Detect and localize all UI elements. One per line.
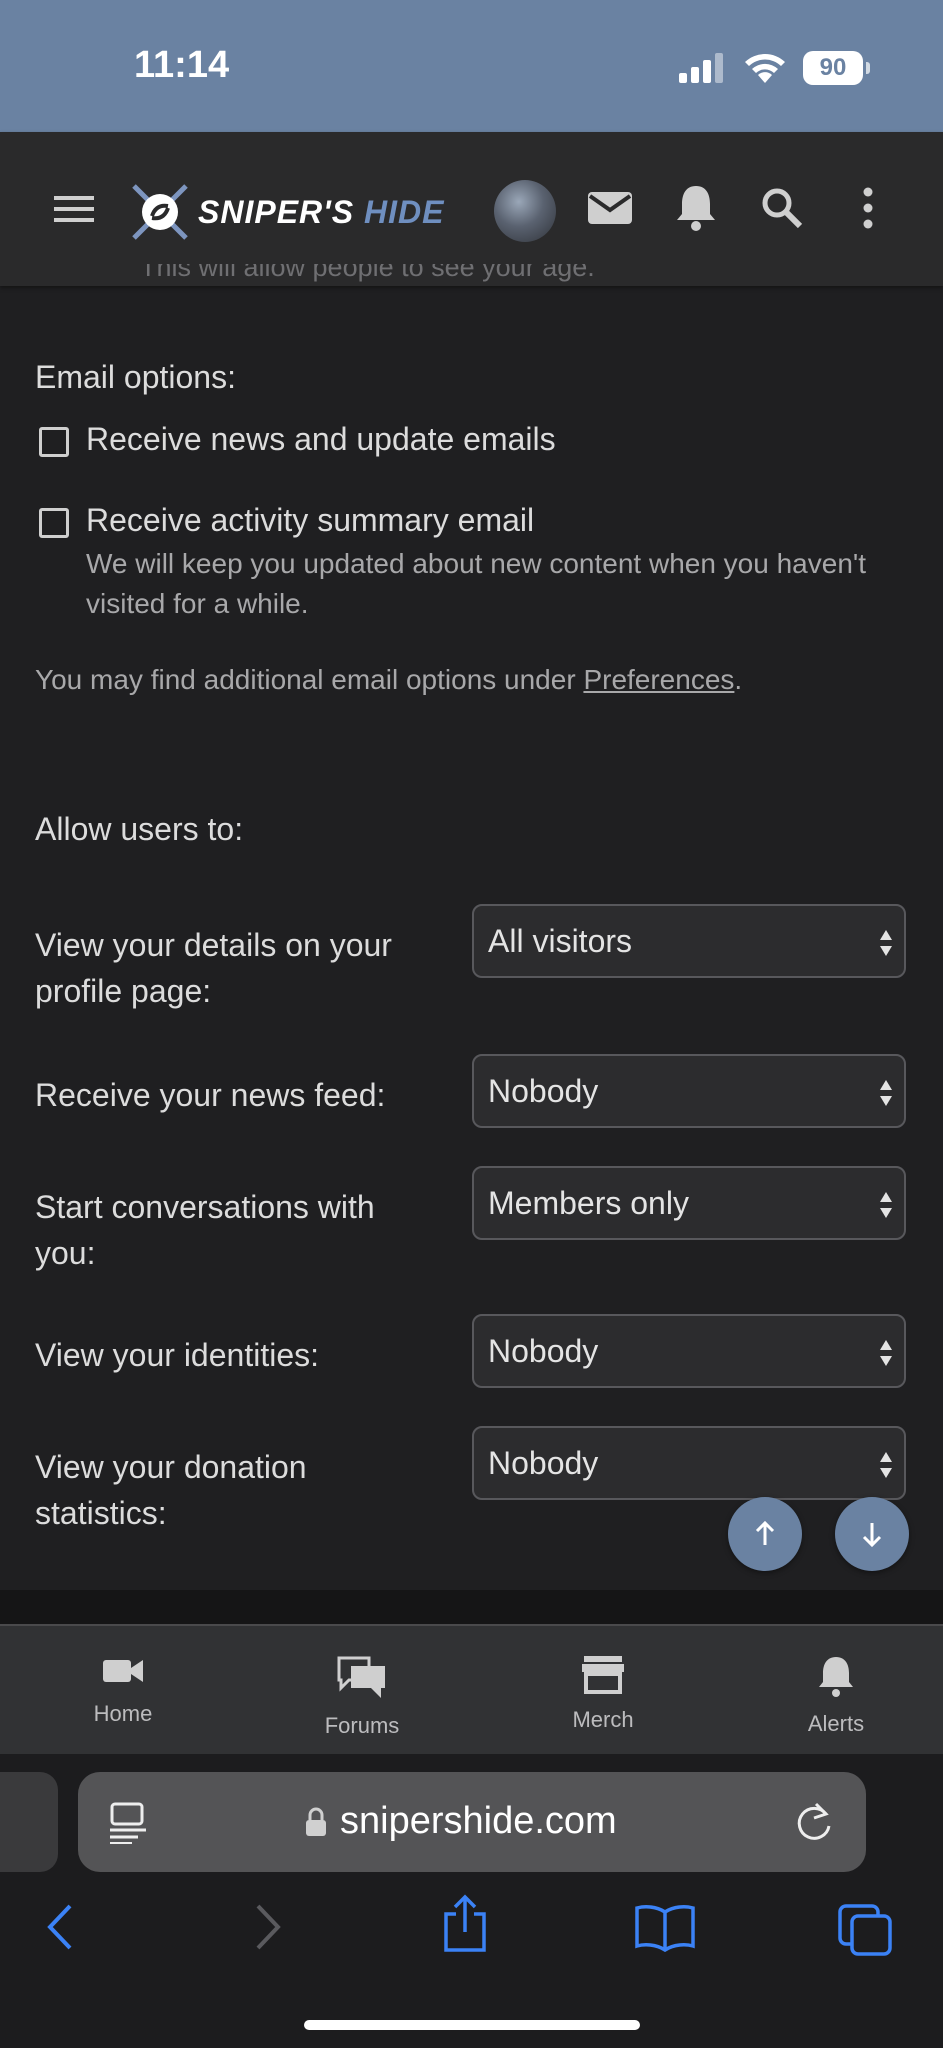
logo-crosshair-icon <box>132 184 188 240</box>
menu-icon[interactable] <box>52 192 96 226</box>
address-bar[interactable]: snipershide.com <box>78 1772 866 1872</box>
chat-bubbles-icon <box>337 1656 385 1698</box>
browser-toolbar: snipershide.com <box>0 1754 943 2048</box>
select-arrows-icon <box>880 1192 892 1218</box>
identities-select[interactable]: Nobody <box>472 1314 906 1388</box>
privacy-row-label: View your details on your profile page: <box>35 927 392 1010</box>
tabs-icon[interactable] <box>836 1902 894 1956</box>
search-icon[interactable] <box>760 186 804 230</box>
select-arrows-icon <box>880 1452 892 1478</box>
summary-email-checkbox[interactable] <box>39 508 69 538</box>
avatar[interactable] <box>494 180 556 242</box>
home-indicator <box>304 2020 640 2030</box>
signal-icon <box>679 53 723 83</box>
url-text: snipershide.com <box>340 1800 617 1842</box>
privacy-row-label: Receive your news feed: <box>35 1077 386 1113</box>
bottom-tab-bar: Home Forums Merch Alerts <box>0 1624 943 1756</box>
arrow-down-icon <box>862 1523 882 1548</box>
select-arrows-icon <box>880 1340 892 1366</box>
tab-home[interactable]: Home <box>43 1654 203 1727</box>
news-emails-checkbox[interactable] <box>39 427 69 457</box>
page-bottom-divider <box>0 1590 943 1624</box>
mail-icon[interactable] <box>586 188 634 228</box>
privacy-row-label: View your donation statistics: <box>35 1449 307 1532</box>
reload-icon[interactable] <box>794 1800 834 1844</box>
news-emails-label[interactable]: Receive news and update emails <box>86 416 556 462</box>
bell-icon[interactable] <box>674 182 718 232</box>
lock-icon <box>306 1807 326 1836</box>
privacy-row-label: View your identities: <box>35 1337 319 1373</box>
news-feed-select[interactable]: Nobody <box>472 1054 906 1128</box>
summary-email-label[interactable]: Receive activity summary email <box>86 497 534 543</box>
store-icon <box>582 1656 624 1694</box>
site-logo[interactable]: SNIPER'S HIDE <box>128 180 444 244</box>
email-options-note: You may find additional email options un… <box>35 664 743 695</box>
reader-icon[interactable] <box>108 1802 148 1844</box>
forward-icon[interactable] <box>254 1902 284 1952</box>
tab-forums[interactable]: Forums <box>282 1654 442 1739</box>
bookmarks-icon[interactable] <box>634 1902 696 1952</box>
tab-merch[interactable]: Merch <box>523 1654 683 1733</box>
email-options-heading: Email options: <box>35 359 236 395</box>
status-icons: 90 <box>679 48 870 88</box>
donation-stats-select[interactable]: Nobody <box>472 1426 906 1500</box>
tab-alerts[interactable]: Alerts <box>756 1654 916 1737</box>
site-header: SNIPER'S HIDE <box>0 132 943 286</box>
previous-tab-preview[interactable] <box>0 1772 58 1872</box>
status-bar: 11:14 90 <box>0 0 943 132</box>
summary-email-hint: We will keep you updated about new conte… <box>86 548 867 619</box>
wifi-icon <box>745 54 785 83</box>
conversations-select[interactable]: Members only <box>472 1166 906 1240</box>
logo-text: SNIPER'S HIDE <box>198 193 445 230</box>
select-arrows-icon <box>880 1080 892 1106</box>
scroll-bottom-button[interactable] <box>835 1497 909 1571</box>
preferences-link[interactable]: Preferences <box>583 664 734 695</box>
scroll-top-button[interactable] <box>728 1497 802 1571</box>
privacy-row-label: Start conversations with you: <box>35 1189 375 1272</box>
more-vertical-icon[interactable] <box>858 186 878 230</box>
battery-indicator: 90 <box>803 51 870 85</box>
back-icon[interactable] <box>44 1902 74 1952</box>
share-icon[interactable] <box>440 1894 490 1954</box>
status-time: 11:14 <box>134 44 230 86</box>
profile-details-select[interactable]: All visitors <box>472 904 906 978</box>
arrow-up-icon <box>755 1520 775 1545</box>
select-arrows-icon <box>880 930 892 956</box>
bell-icon <box>819 1657 853 1697</box>
allow-users-heading: Allow users to: <box>35 811 244 847</box>
video-camera-icon <box>103 1660 143 1682</box>
